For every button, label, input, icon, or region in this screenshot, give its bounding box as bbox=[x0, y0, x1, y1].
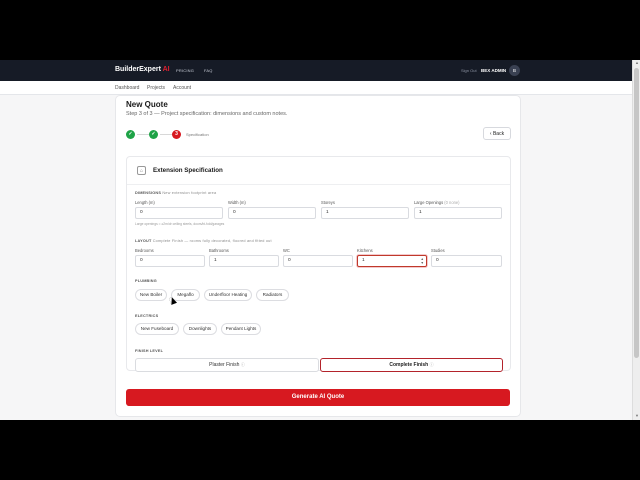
bedrooms-label: Bedrooms bbox=[135, 248, 154, 253]
info-icon: ⓘ bbox=[240, 362, 245, 367]
length-label: Length (m) bbox=[135, 200, 155, 205]
dimensions-hint: New extension footprint area bbox=[162, 191, 217, 195]
home-icon: ⌂ bbox=[137, 166, 146, 175]
subnav-account[interactable]: Account bbox=[173, 85, 191, 91]
wc-input[interactable]: 0 bbox=[283, 255, 353, 267]
chip-underfloor-heating[interactable]: Underfloor Heating bbox=[204, 289, 252, 301]
brand-name: BuilderExpert bbox=[115, 66, 161, 73]
large-openings-hint: (0 none) bbox=[444, 200, 460, 205]
subnav-dashboard[interactable]: Dashboard bbox=[115, 85, 139, 91]
scroll-up-icon[interactable]: ▲ bbox=[634, 60, 640, 66]
back-label: Back bbox=[492, 131, 505, 137]
bathrooms-input[interactable]: 1 bbox=[209, 255, 279, 267]
extension-spec-card: ⌂ Extension Specification DIMENSIONS New… bbox=[126, 156, 511, 372]
chip-new-fuseboard[interactable]: New Fuseboard bbox=[135, 323, 179, 335]
step-1-complete[interactable]: ✓ bbox=[126, 130, 135, 139]
brand-logo[interactable]: BuilderExpert AI bbox=[115, 66, 170, 73]
step-connector bbox=[160, 134, 172, 135]
storeys-label: Storeys bbox=[321, 200, 335, 205]
page-title: New Quote bbox=[126, 100, 168, 109]
dimensions-heading: DIMENSIONS New extension footprint area bbox=[135, 191, 216, 195]
quote-panel: New Quote Step 3 of 3 — Project specific… bbox=[115, 95, 521, 417]
kitchens-input[interactable]: 1 ▲ ▼ bbox=[357, 255, 427, 267]
step-label: Specification bbox=[186, 132, 209, 137]
dimensions-heading-text: DIMENSIONS bbox=[135, 191, 162, 195]
chip-new-boiler[interactable]: New Boiler bbox=[135, 289, 167, 301]
electrics-heading: ELECTRICS bbox=[135, 314, 159, 318]
stepper-arrows-icon[interactable]: ▲ ▼ bbox=[421, 257, 424, 265]
layout-hint: Complete Finish — rooms fully decorated,… bbox=[152, 239, 272, 243]
step-3-active[interactable]: 3 bbox=[172, 130, 181, 139]
layout-heading-text: LAYOUT bbox=[135, 239, 152, 243]
plumbing-heading: PLUMBING bbox=[135, 279, 157, 283]
brand-ai: AI bbox=[162, 66, 170, 73]
back-button[interactable]: ‹ Back bbox=[483, 127, 511, 140]
step-connector bbox=[137, 134, 149, 135]
complete-finish-label: Complete Finish bbox=[389, 362, 429, 368]
step-2-complete[interactable]: ✓ bbox=[149, 130, 158, 139]
chip-radiators[interactable]: Radiators bbox=[256, 289, 289, 301]
app-viewport: BuilderExpert AI PRICING FAQ Sign Out BE… bbox=[0, 60, 640, 420]
kitchens-value: 1 bbox=[362, 258, 365, 263]
dimensions-note: Large openings = ≥2m/dr ceiling steels, … bbox=[135, 222, 225, 226]
wc-label: WC bbox=[283, 248, 290, 253]
scroll-thumb[interactable] bbox=[634, 68, 639, 358]
plaster-finish-label: Plaster Finish bbox=[209, 362, 240, 368]
card-header: ⌂ Extension Specification bbox=[127, 157, 510, 185]
studies-label: Studies bbox=[431, 248, 445, 253]
top-navbar: BuilderExpert AI PRICING FAQ Sign Out BE… bbox=[0, 60, 632, 81]
sign-out-link[interactable]: Sign Out bbox=[461, 68, 477, 73]
user-name: BEX ADMIN bbox=[481, 68, 507, 73]
large-openings-label-text: Large Openings bbox=[414, 200, 444, 205]
finish-option-plaster[interactable]: Plaster Finish ⓘ bbox=[135, 358, 319, 372]
bathrooms-label: Bathrooms bbox=[209, 248, 229, 253]
length-input[interactable]: 0 bbox=[135, 207, 223, 219]
width-input[interactable]: 0 bbox=[228, 207, 316, 219]
scrollbar[interactable]: ▲ ▼ bbox=[632, 60, 640, 420]
avatar[interactable]: B bbox=[509, 65, 520, 76]
generate-quote-button[interactable]: Generate AI Quote bbox=[126, 389, 510, 406]
page-subtitle: Step 3 of 3 — Project specification: dim… bbox=[126, 111, 288, 117]
subnav-projects[interactable]: Projects bbox=[147, 85, 165, 91]
nav-faq[interactable]: FAQ bbox=[204, 68, 213, 73]
width-label: Width (m) bbox=[228, 200, 246, 205]
chip-downlights[interactable]: Downlights bbox=[183, 323, 217, 335]
chevron-left-icon: ‹ bbox=[489, 131, 492, 137]
layout-heading: LAYOUT Complete Finish — rooms fully dec… bbox=[135, 239, 272, 243]
info-icon: ⓘ bbox=[429, 362, 434, 367]
finish-option-complete[interactable]: Complete Finish ⓘ bbox=[320, 358, 503, 372]
large-openings-input[interactable]: 1 bbox=[414, 207, 502, 219]
sub-navbar: Dashboard Projects Account bbox=[0, 81, 632, 95]
large-openings-label: Large Openings (0 none) bbox=[414, 200, 460, 205]
finish-level-heading: FINISH LEVEL bbox=[135, 349, 164, 353]
studies-input[interactable]: 0 bbox=[431, 255, 502, 267]
bedrooms-input[interactable]: 0 bbox=[135, 255, 205, 267]
scroll-down-icon[interactable]: ▼ bbox=[634, 413, 640, 419]
chip-pendant-lights[interactable]: Pendant Lights bbox=[221, 323, 261, 335]
card-title: Extension Specification bbox=[153, 167, 223, 174]
nav-pricing[interactable]: PRICING bbox=[176, 68, 194, 73]
kitchens-label: Kitchens bbox=[357, 248, 373, 253]
storeys-input[interactable]: 1 bbox=[321, 207, 409, 219]
